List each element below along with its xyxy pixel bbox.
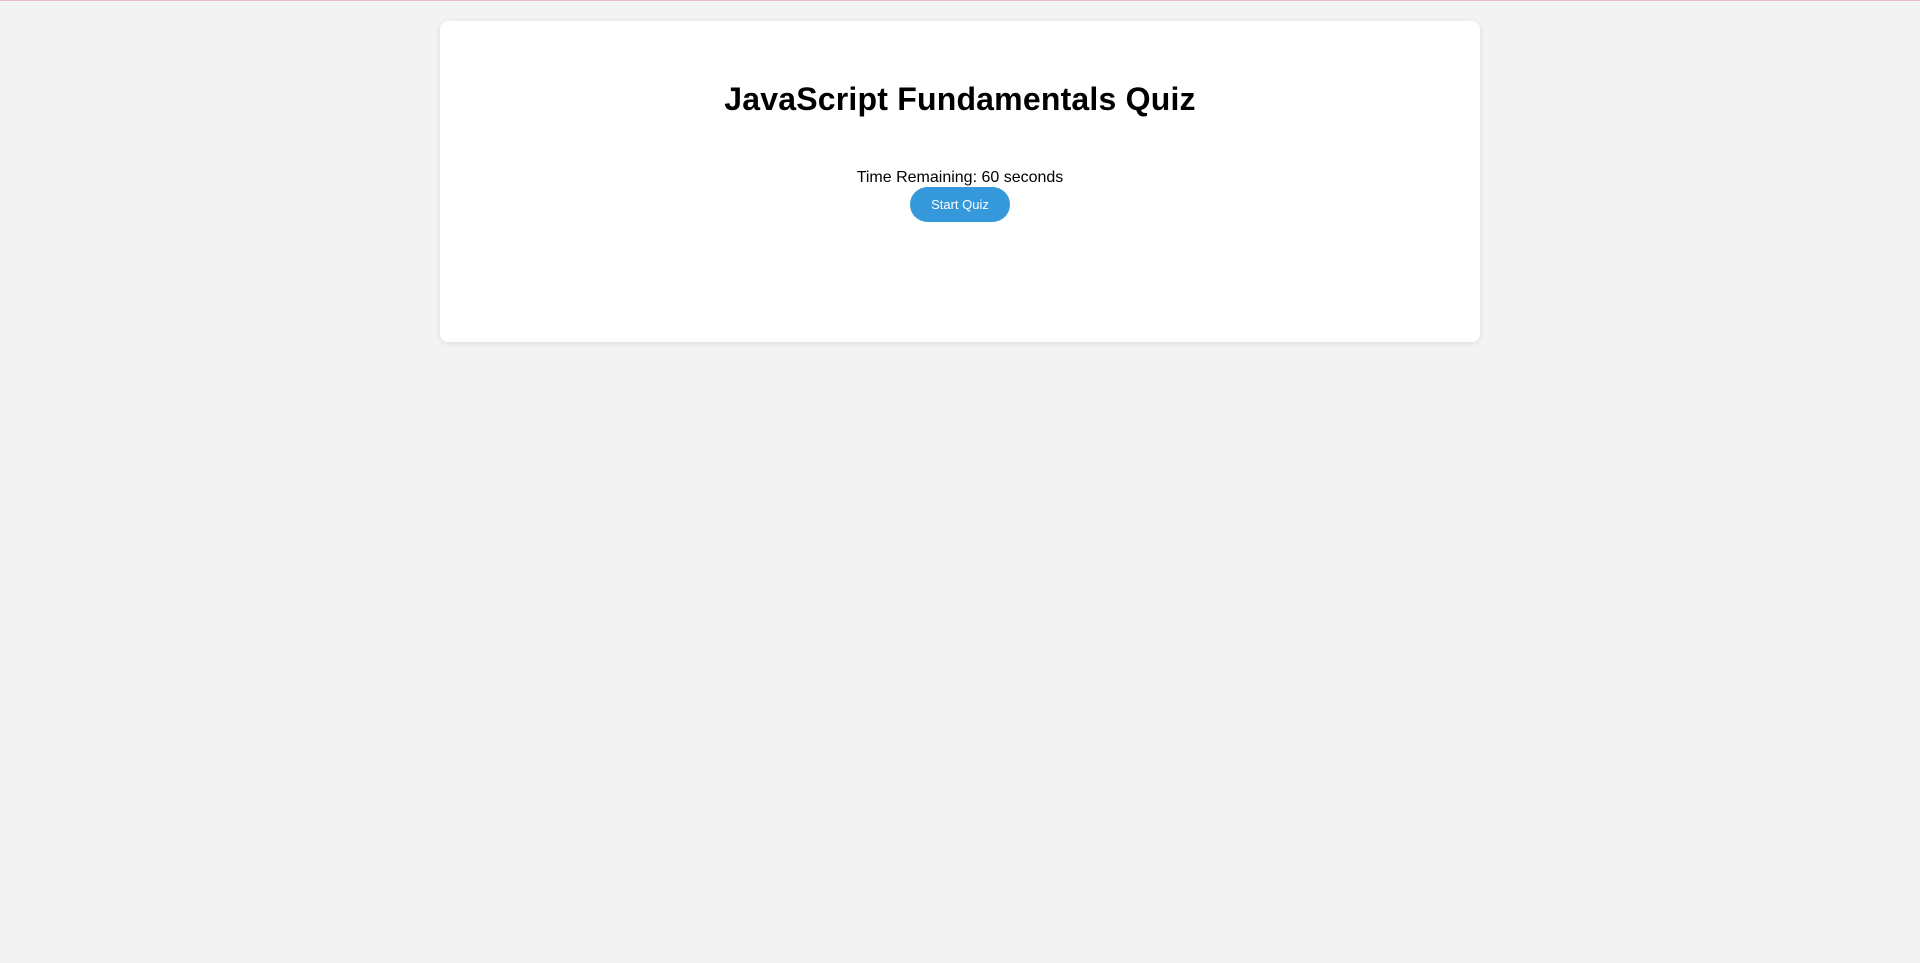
top-border-line [0, 0, 1920, 1]
start-quiz-button[interactable]: Start Quiz [910, 187, 1010, 222]
quiz-title: JavaScript Fundamentals Quiz [724, 81, 1196, 117]
time-remaining: Time Remaining: 60 seconds [856, 169, 1064, 186]
quiz-card: JavaScript Fundamentals Quiz Time Remain… [440, 21, 1480, 342]
